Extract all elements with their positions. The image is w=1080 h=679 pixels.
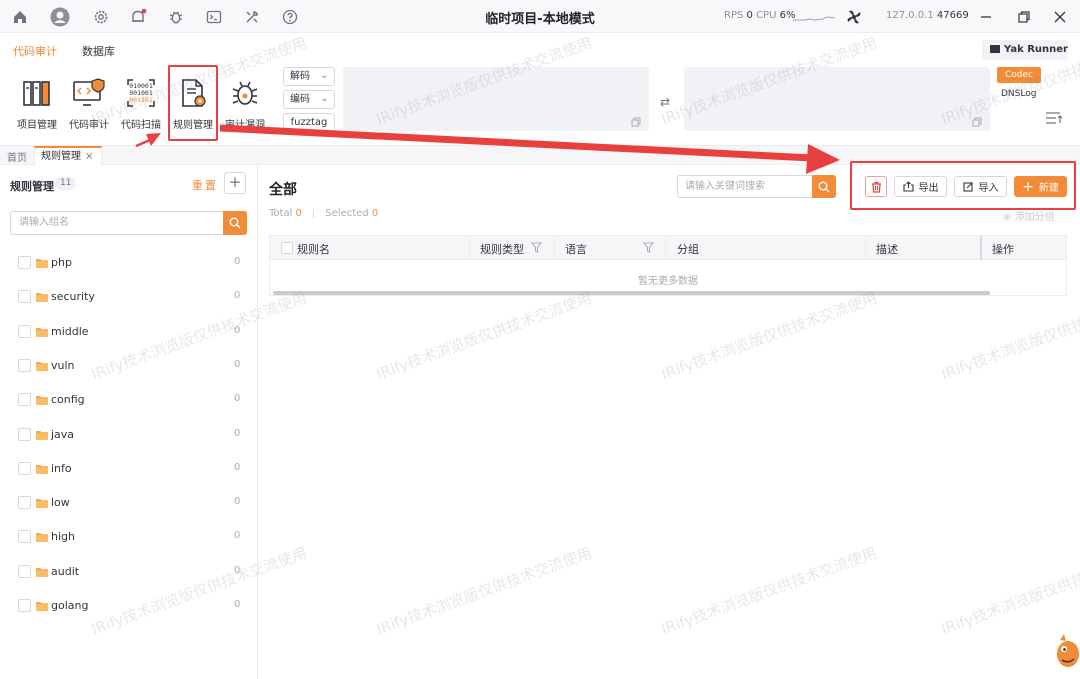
mascot-icon[interactable]	[1052, 632, 1080, 672]
annotation-arrows	[135, 124, 840, 174]
